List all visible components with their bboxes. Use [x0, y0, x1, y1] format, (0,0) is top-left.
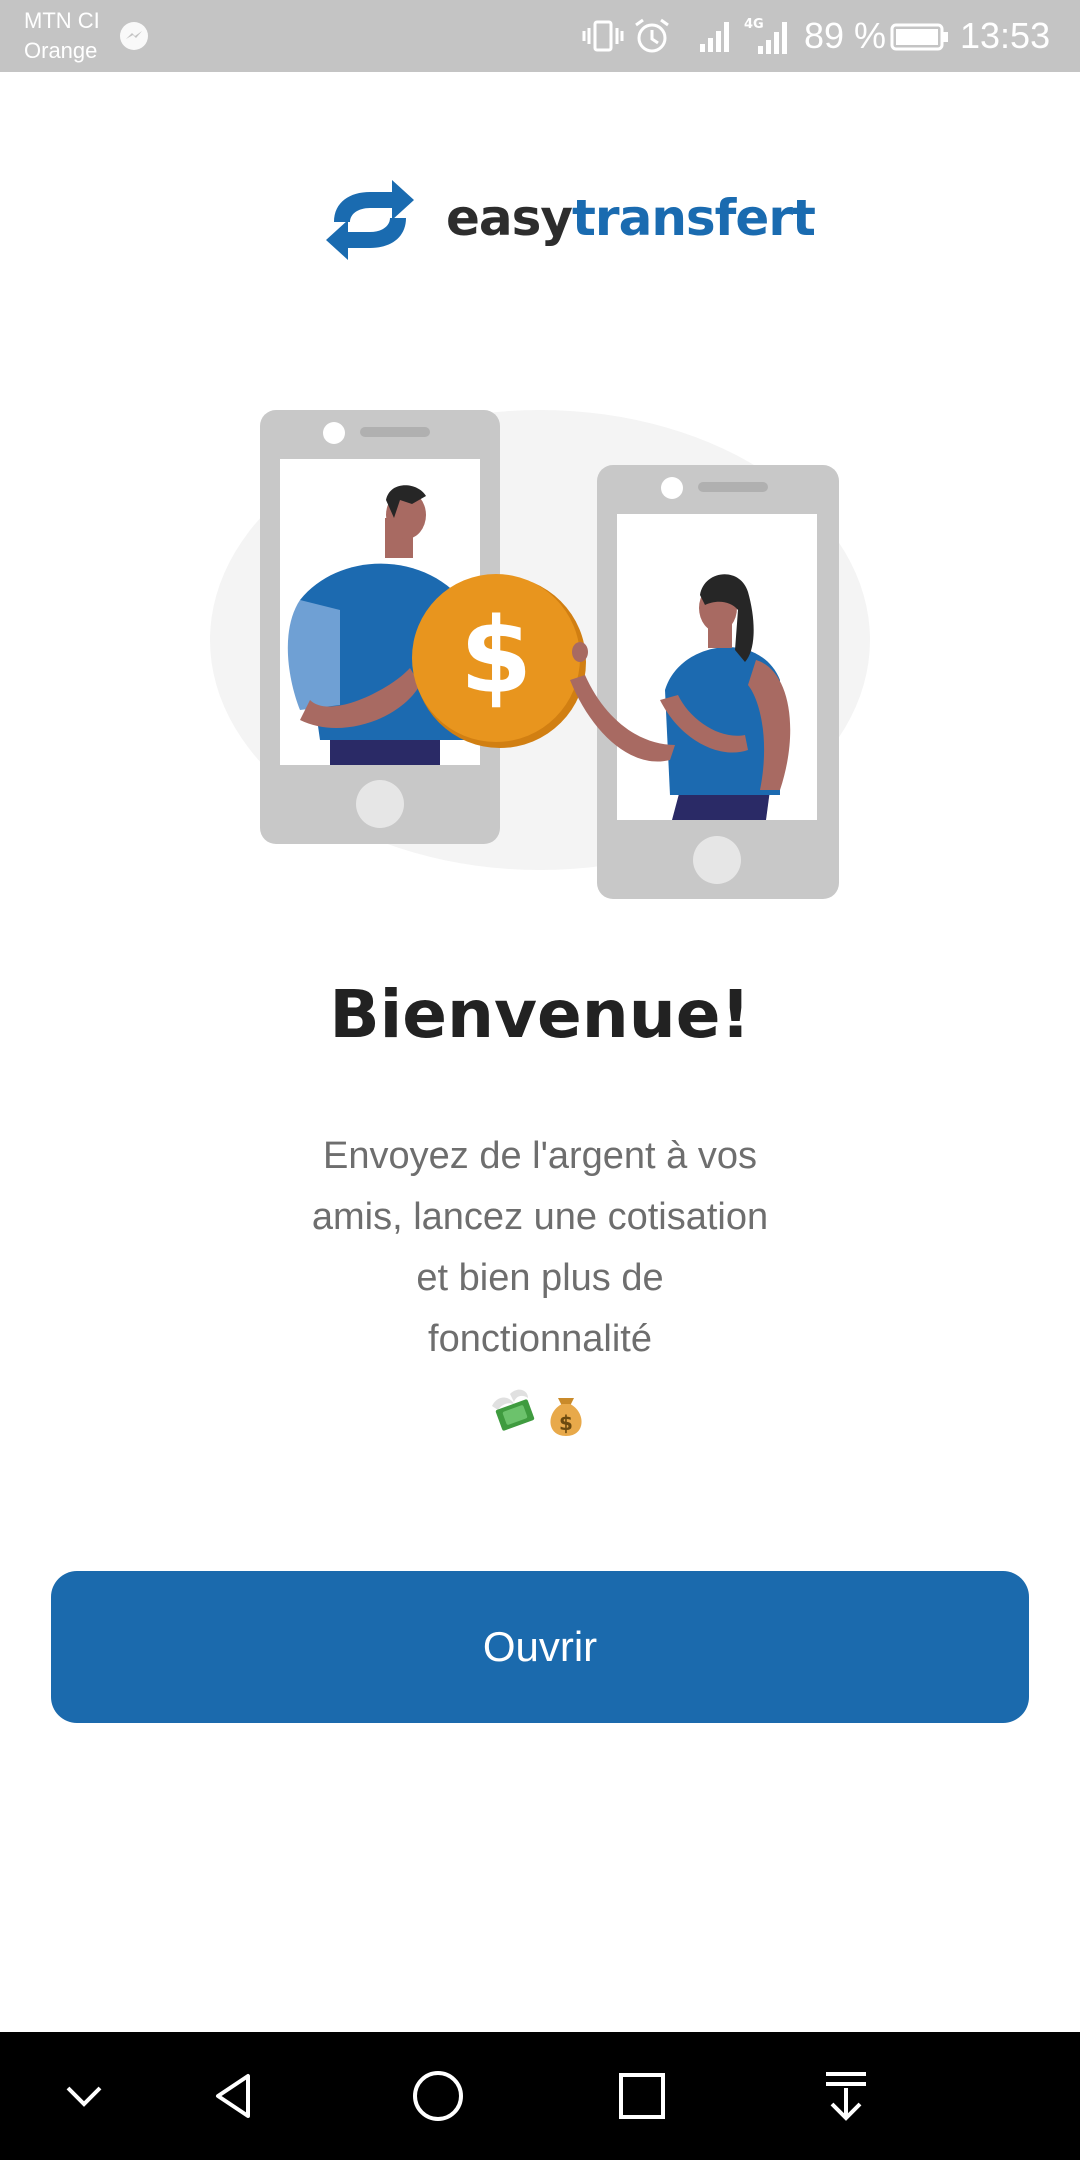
money-transfer-illustration: $ [210, 410, 870, 899]
open-button[interactable]: Ouvrir [51, 1571, 1029, 1723]
battery-icon [890, 23, 948, 51]
money-with-wings-emoji [492, 1389, 535, 1431]
signal-4g-icon: 4G [744, 17, 787, 54]
chevron-down-icon[interactable] [54, 2066, 114, 2126]
logo-text: easytransfert [446, 188, 816, 248]
svg-text:4G: 4G [744, 17, 764, 32]
status-bar: MTN CI Orange 4G 89 % 13:53 [0, 0, 1080, 72]
carrier-name-1: MTN CI [24, 8, 100, 33]
svg-text:$: $ [559, 1411, 573, 1435]
logo-text-easy: easy [446, 189, 573, 247]
carrier-info: MTN CI Orange [24, 6, 100, 66]
recents-icon[interactable] [612, 2066, 672, 2126]
welcome-title: Bienvenue! [329, 976, 751, 1053]
battery-percent: 89 % [804, 15, 887, 56]
transfer-arrows-icon [326, 180, 414, 260]
back-icon[interactable] [204, 2066, 264, 2126]
svg-text:$: $ [460, 595, 532, 717]
signal-icon [700, 22, 729, 52]
vibrate-icon [582, 20, 624, 52]
logo-text-transfert: transfert [572, 189, 816, 247]
notification-pull-icon[interactable] [816, 2066, 876, 2126]
alarm-icon [635, 18, 669, 53]
welcome-description: Envoyez de l'argent à vos amis, lancez u… [311, 1135, 769, 1360]
messenger-icon [120, 22, 148, 50]
carrier-name-2: Orange [24, 38, 98, 63]
clock: 13:53 [960, 15, 1051, 56]
navigation-bar [0, 2032, 1080, 2160]
emoji-row: $ [492, 1389, 582, 1436]
home-icon[interactable] [408, 2066, 468, 2126]
app-logo: easytransfert [322, 172, 816, 272]
money-bag-emoji: $ [550, 1398, 582, 1436]
